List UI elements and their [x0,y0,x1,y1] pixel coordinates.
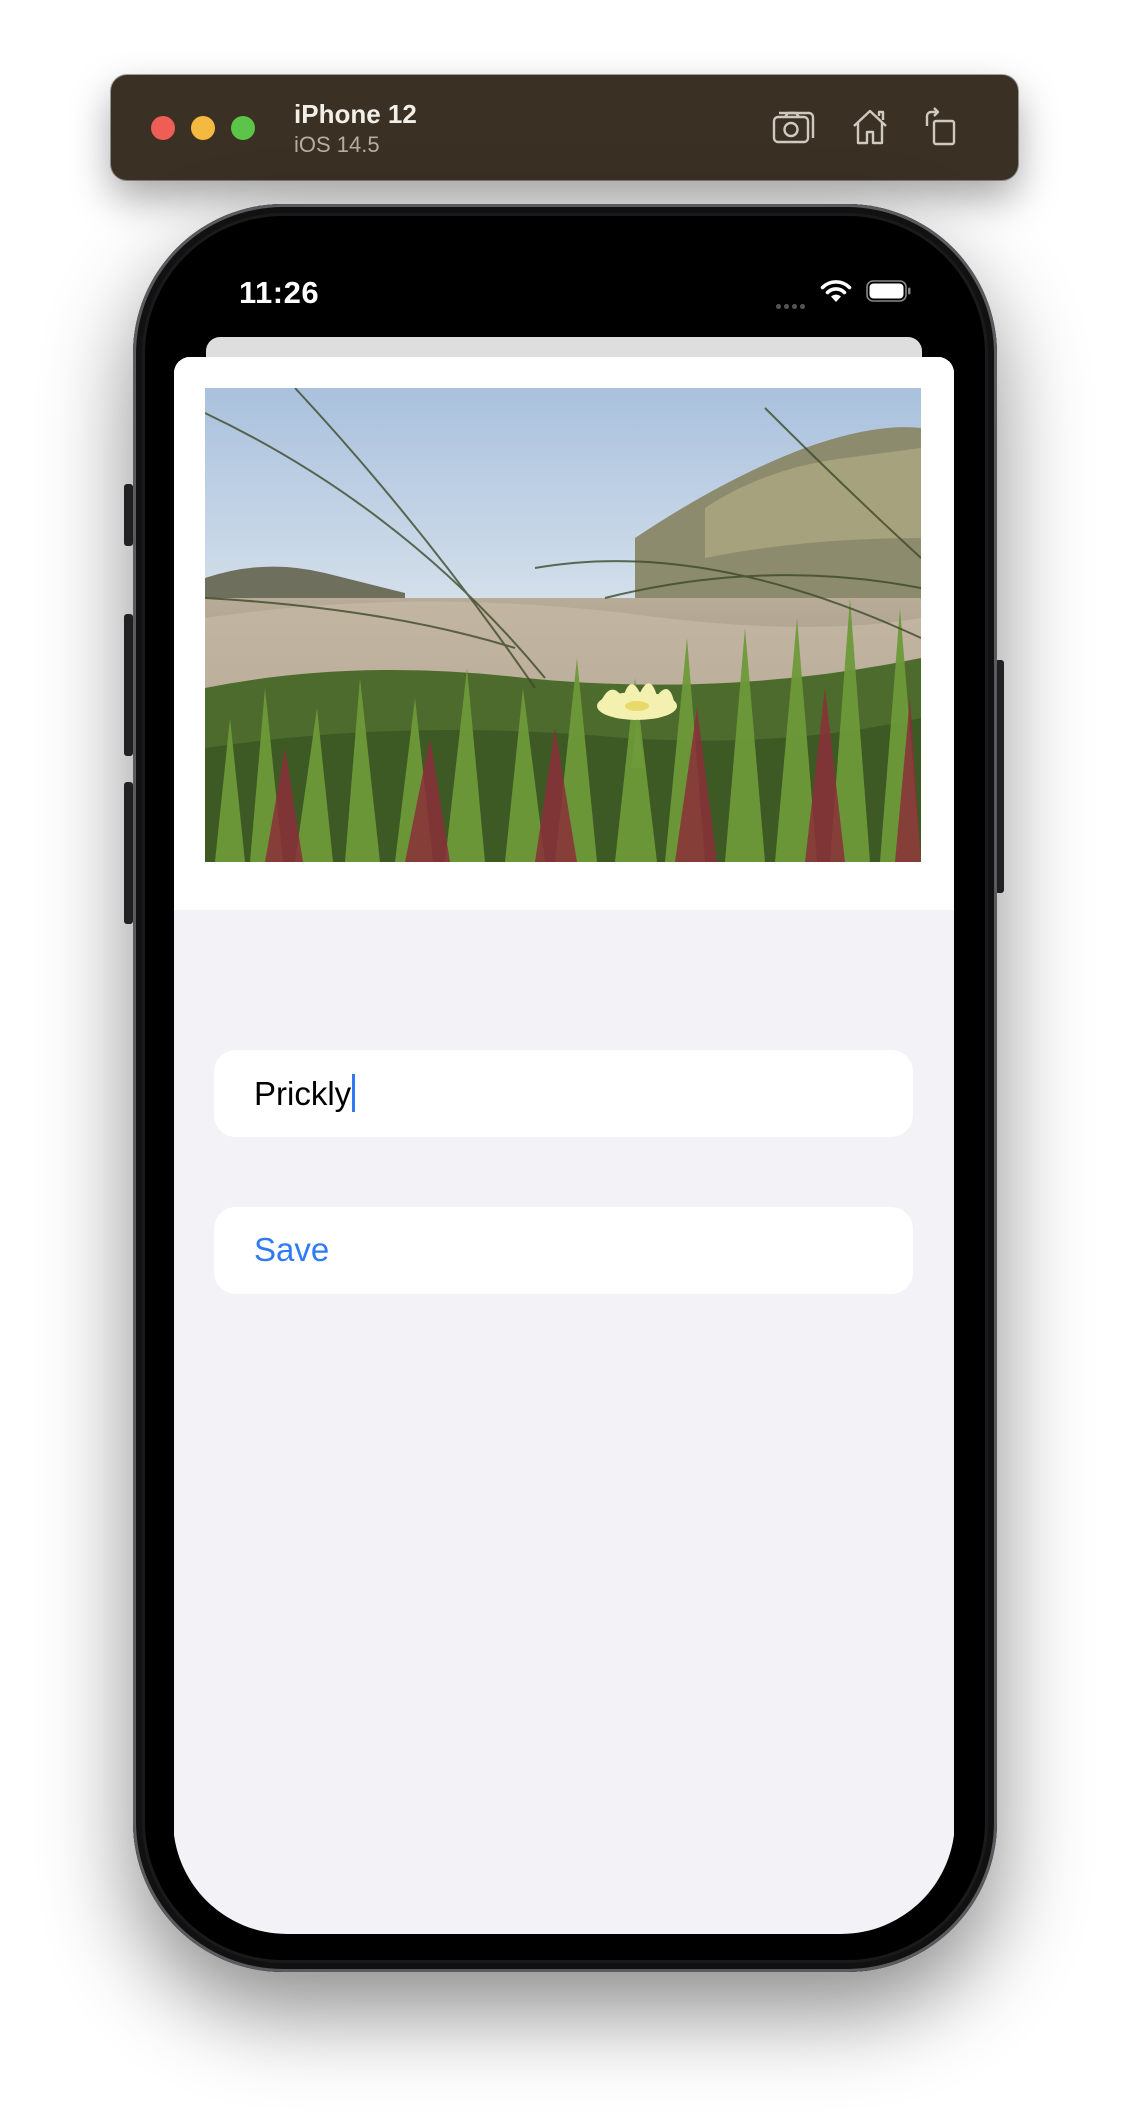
photo-header [174,357,954,910]
phone-volume-down [124,782,133,924]
edit-sheet: Prickly Save [174,357,954,1934]
flower-photo [205,388,921,862]
minimize-window-button[interactable] [191,116,215,140]
cellular-signal-icon [776,296,808,314]
phone-volume-up [124,614,133,756]
device-name: iPhone 12 [294,99,417,129]
phone-screen: 11:26 Prickly Save [173,240,955,1934]
battery-icon [866,280,911,302]
name-text-field[interactable]: Prickly [214,1050,913,1137]
phone-mute-switch [124,484,133,546]
home-button[interactable] [847,104,893,150]
rotate-icon [925,107,956,146]
simulator-toolbar: iPhone 12 iOS 14.5 [111,75,1018,180]
text-cursor [352,1074,356,1112]
wifi-icon [820,280,852,302]
close-window-button[interactable] [151,116,175,140]
home-icon [853,109,887,145]
status-time: 11:26 [239,275,320,310]
zoom-window-button[interactable] [231,116,255,140]
save-button-label: Save [254,1231,330,1268]
camera-icon [772,111,815,144]
rotate-button[interactable] [919,104,965,150]
name-field-value: Prickly [254,1075,352,1112]
save-button[interactable]: Save [214,1207,913,1294]
screenshot-button[interactable] [770,104,816,150]
device-os-version: iOS 14.5 [294,132,380,157]
